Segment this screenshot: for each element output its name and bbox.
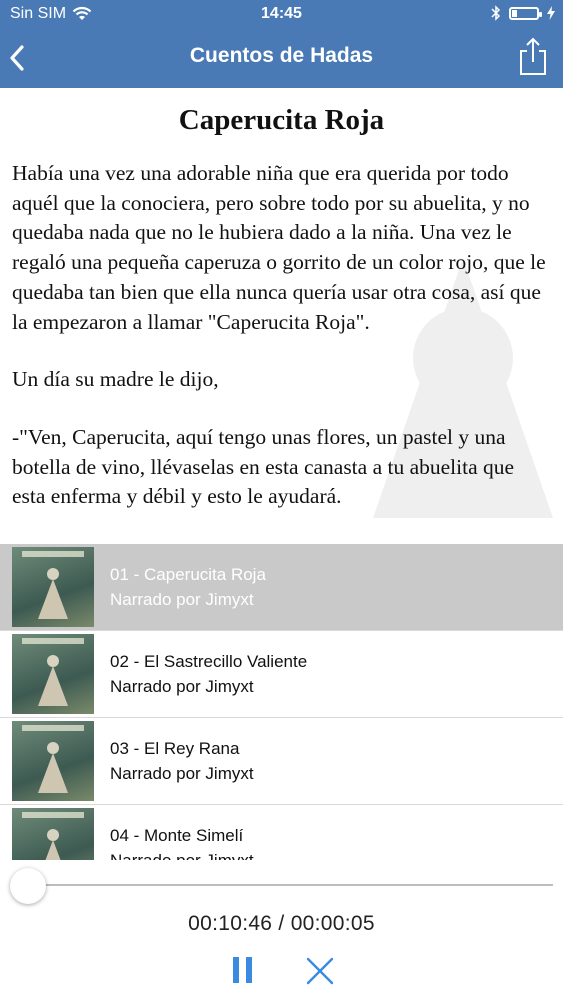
battery-icon — [509, 6, 542, 20]
close-icon — [306, 957, 334, 985]
charging-bolt-icon — [547, 6, 555, 20]
track-narrator: Narrado por Jimyxt — [110, 764, 254, 783]
bluetooth-icon — [491, 5, 501, 21]
share-button[interactable] — [517, 34, 549, 78]
story-title: Caperucita Roja — [178, 104, 385, 136]
status-bar: Sin SIM 14:45 — [0, 0, 563, 30]
status-right — [491, 4, 555, 22]
page-title: Cuentos de Hadas — [189, 44, 374, 67]
progress-slider-knob[interactable] — [10, 868, 46, 904]
track-narrator: Narrado por Jimyxt — [110, 590, 254, 609]
track-narrator: Narrado por Jimyxt — [110, 851, 254, 860]
track-narrator: Narrado por Jimyxt — [110, 677, 254, 696]
track-title: 03 - El Rey Rana — [110, 739, 240, 758]
pause-icon — [233, 957, 252, 983]
book-cover-thumbnail — [12, 808, 94, 860]
playlist: 01 - Caperucita Roja Narrado por Jimyxt … — [0, 544, 563, 860]
playlist-item[interactable]: 02 - El Sastrecillo Valiente Narrado por… — [0, 631, 563, 718]
audio-player: 00:10:46 / 00:00:05 — [0, 860, 563, 1000]
story-paragraph: Un día su madre le dijo, — [12, 367, 219, 392]
close-button[interactable] — [304, 955, 336, 987]
track-title: 04 - Monte Simelí — [110, 826, 244, 845]
progress-track[interactable] — [28, 884, 553, 886]
story-paragraph: Había una vez una adorable niña que era … — [12, 161, 546, 334]
book-cover-thumbnail — [12, 721, 94, 801]
track-title: 02 - El Sastrecillo Valiente — [110, 652, 308, 671]
share-icon — [520, 37, 546, 75]
status-time: 14:45 — [261, 5, 302, 22]
track-title: 01 - Caperucita Roja — [110, 565, 266, 584]
playlist-item[interactable]: 03 - El Rey Rana Narrado por Jimyxt — [0, 718, 563, 805]
story-paragraph: -"Ven, Caperucita, aquí tengo unas flore… — [12, 424, 515, 509]
navigation-bar: Cuentos de Hadas — [0, 30, 563, 88]
playlist-item[interactable]: 01 - Caperucita Roja Narrado por Jimyxt — [0, 544, 563, 631]
pause-button[interactable] — [228, 956, 258, 984]
story-content[interactable]: Caperucita Roja Había una vez una adorab… — [0, 88, 563, 544]
playback-time: 00:10:46 / 00:00:05 — [188, 912, 375, 935]
book-cover-thumbnail — [12, 547, 94, 627]
playlist-item[interactable]: 04 - Monte Simelí Narrado por Jimyxt — [0, 805, 563, 860]
book-cover-thumbnail — [12, 634, 94, 714]
